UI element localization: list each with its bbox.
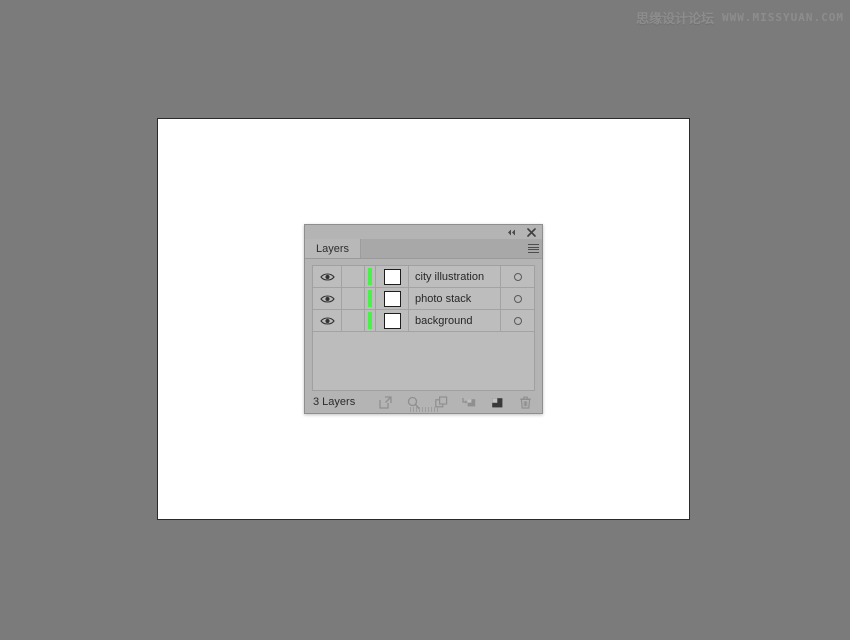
- footer-toolbar: [355, 395, 534, 409]
- panel-menu-button[interactable]: [524, 239, 542, 258]
- target-indicator[interactable]: [501, 310, 534, 331]
- eye-icon: [319, 316, 335, 325]
- layer-name[interactable]: background: [409, 310, 501, 331]
- tab-layers-label: Layers: [316, 242, 350, 255]
- layer-color-strip: [365, 310, 376, 331]
- target-indicator[interactable]: [501, 266, 534, 287]
- layer-thumbnail: [376, 288, 409, 309]
- layer-thumbnail: [376, 266, 409, 287]
- delete-selection-icon[interactable]: [518, 395, 532, 409]
- release-to-layers-icon[interactable]: [378, 395, 392, 409]
- table-row[interactable]: city illustration: [313, 266, 534, 288]
- table-row[interactable]: photo stack: [313, 288, 534, 310]
- layer-color-strip: [365, 288, 376, 309]
- lock-toggle[interactable]: [342, 266, 365, 287]
- panel-tabbar: Layers: [305, 239, 542, 259]
- visibility-toggle[interactable]: [313, 310, 342, 331]
- visibility-toggle[interactable]: [313, 288, 342, 309]
- layer-name[interactable]: city illustration: [409, 266, 501, 287]
- layer-count-label: 3 Layers: [313, 396, 356, 408]
- watermark-url-text: WWW.MISSYUAN.COM: [722, 11, 844, 24]
- layers-panel[interactable]: Layers city illustration photo stack bac…: [304, 224, 543, 414]
- table-row[interactable]: background: [313, 310, 534, 332]
- layer-color-strip: [365, 266, 376, 287]
- lock-toggle[interactable]: [342, 288, 365, 309]
- eye-icon: [319, 294, 335, 303]
- tab-layers[interactable]: Layers: [305, 239, 362, 258]
- close-icon[interactable]: [526, 227, 537, 238]
- double-chevron-left-icon[interactable]: [506, 227, 517, 238]
- watermark: 思缘设计论坛 WWW.MISSYUAN.COM: [636, 8, 844, 27]
- lock-toggle[interactable]: [342, 310, 365, 331]
- create-new-layer-icon[interactable]: [490, 395, 504, 409]
- create-new-sublayer-icon[interactable]: [462, 395, 476, 409]
- visibility-toggle[interactable]: [313, 266, 342, 287]
- tabbar-filler: [361, 239, 524, 258]
- layer-name[interactable]: photo stack: [409, 288, 501, 309]
- eye-icon: [319, 272, 335, 281]
- layer-list[interactable]: city illustration photo stack background: [312, 265, 535, 391]
- target-indicator[interactable]: [501, 288, 534, 309]
- watermark-cn-text: 思缘设计论坛: [636, 12, 715, 27]
- panel-titlebar: [305, 225, 542, 239]
- hamburger-menu-icon: [527, 243, 539, 255]
- layer-thumbnail: [376, 310, 409, 331]
- panel-resize-grip[interactable]: [409, 407, 438, 412]
